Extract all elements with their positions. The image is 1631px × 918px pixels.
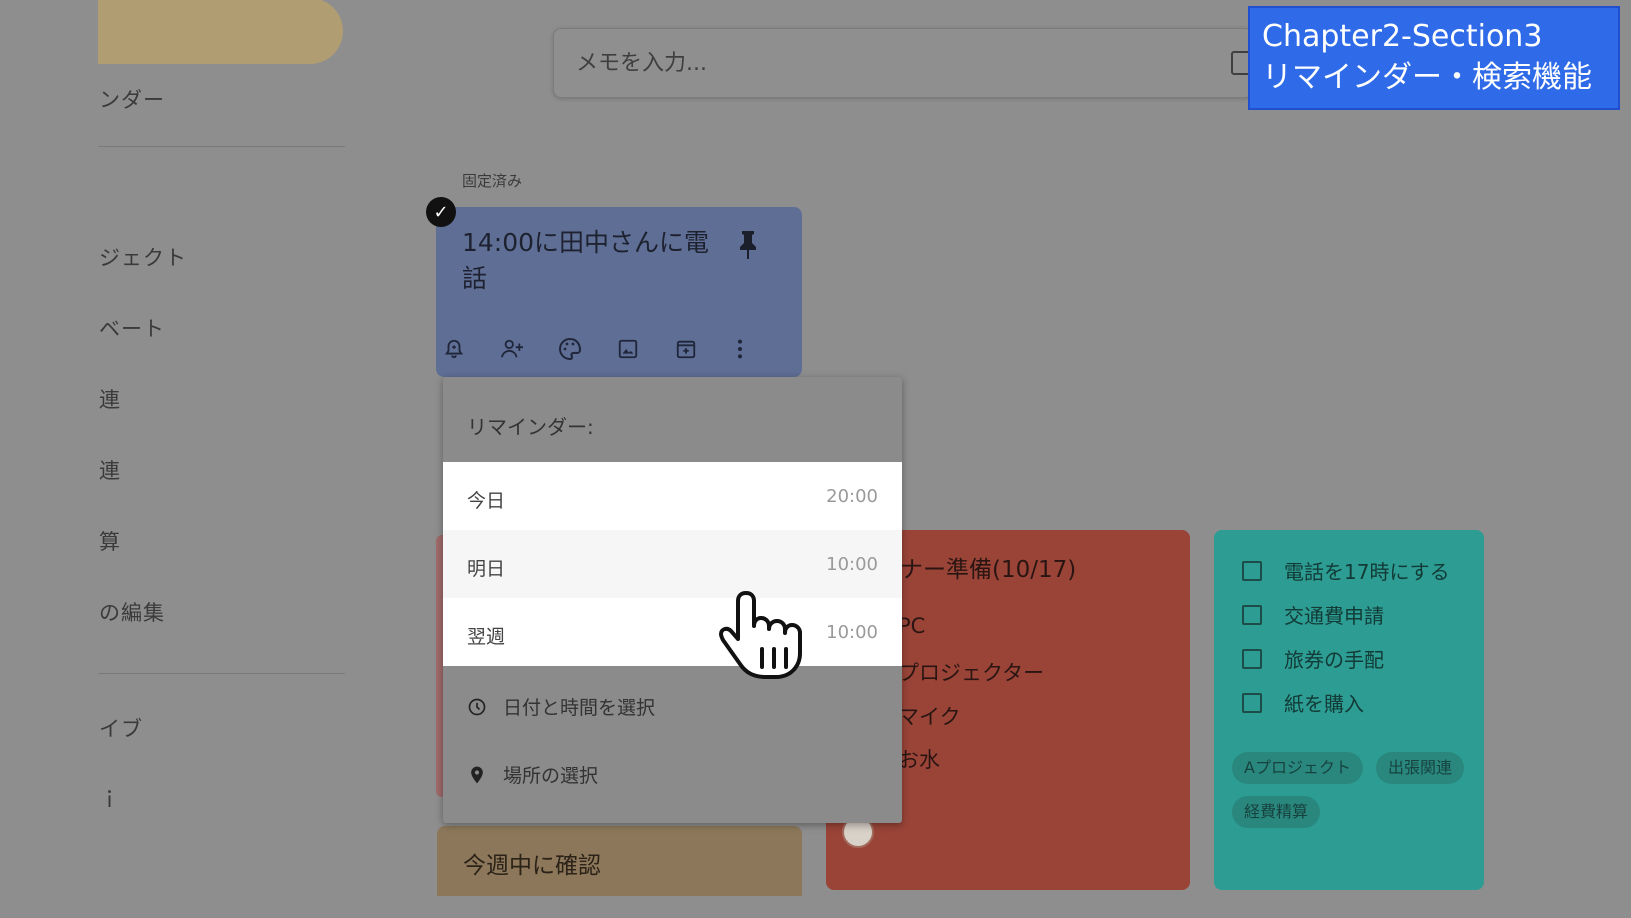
pick-place-label: 場所の選択 (503, 765, 599, 787)
keep-app: ンダー ジェクト ベート 連 連 算 の編集 イブ ｉ Chapter2-Sec… (0, 0, 1631, 918)
sidebar-divider (98, 146, 345, 147)
note-line: お水 (898, 748, 940, 772)
reminder-option-label: 明日 (467, 558, 506, 580)
pick-date-time-option[interactable]: 日付と時間を選択 (467, 693, 655, 720)
checklist-item[interactable]: 電話を17時にする (1242, 556, 1450, 585)
checklist-item[interactable]: 交通費申請 (1242, 600, 1384, 629)
checklist-item[interactable]: 旅券の手配 (1242, 644, 1384, 673)
caption-line-1: Chapter2-Section3 (1262, 19, 1543, 54)
reminder-menu: リマインダー: 今日 20:00 明日 10:00 翌週 10:00 日付と時間… (443, 377, 902, 823)
image-icon[interactable] (614, 335, 642, 363)
add-person-icon[interactable] (498, 335, 526, 363)
reminder-option-time: 20:00 (826, 486, 878, 507)
reminder-option-label: 今日 (467, 490, 506, 512)
reminder-option-time: 10:00 (826, 554, 878, 575)
sidebar-item-related-1[interactable]: 連 (99, 384, 121, 414)
sidebar-item-edit-labels[interactable]: の編集 (99, 597, 165, 627)
checklist-item[interactable]: 紙を購入 (1242, 688, 1364, 717)
more-icon[interactable] (726, 335, 754, 363)
checkbox[interactable] (1242, 604, 1262, 625)
label-chip[interactable]: 出張関連 (1376, 752, 1465, 784)
reminder-option-next-week[interactable]: 翌週 10:00 (443, 598, 902, 666)
sidebar-active-highlight[interactable] (98, 0, 343, 64)
sidebar-item-related-2[interactable]: 連 (99, 455, 121, 485)
hand-cursor-icon (719, 591, 802, 679)
sidebar-divider (98, 673, 345, 674)
sidebar-item-reminders[interactable]: ンダー (99, 84, 165, 114)
note-card-pinned[interactable]: 14:00に田中さんに電話 (436, 207, 802, 377)
checkbox[interactable] (1242, 692, 1262, 713)
label-chip[interactable]: Aプロジェクト (1232, 752, 1363, 784)
caption-line-2: リマインダー・検索機能 (1262, 60, 1592, 95)
select-note-check-icon[interactable]: ✓ (426, 197, 456, 227)
checklist-text: 交通費申請 (1284, 604, 1384, 628)
reminder-option-tomorrow[interactable]: 明日 10:00 (443, 530, 902, 598)
checkbox[interactable] (1242, 560, 1262, 581)
pick-place-option[interactable]: 場所の選択 (467, 761, 598, 788)
checkbox[interactable] (1242, 648, 1262, 669)
note-line: マイク (898, 705, 961, 729)
pinned-section-label: 固定済み (462, 172, 523, 190)
reminder-menu-title: リマインダー: (467, 415, 594, 439)
note-title: 14:00に田中さんに電話 (462, 228, 710, 293)
archive-icon[interactable] (672, 335, 700, 363)
palette-icon[interactable] (556, 335, 584, 363)
sidebar-item-archive[interactable]: イブ (99, 713, 143, 743)
note-line: PC (898, 614, 926, 638)
pick-date-time-label: 日付と時間を選択 (503, 697, 656, 719)
sidebar-item-trash[interactable]: ｉ (99, 784, 121, 814)
note-card-sand[interactable]: 今週中に確認 (437, 826, 802, 896)
checklist-text: 電話を17時にする (1284, 560, 1450, 584)
note-line: プロジェクター (898, 661, 1045, 685)
reminder-option-today[interactable]: 今日 20:00 (443, 462, 902, 530)
note-card-teal[interactable]: 電話を17時にする 交通費申請 旅券の手配 紙を購入 Aプロジェクト 出張関連 … (1214, 530, 1484, 890)
take-note-bar[interactable] (553, 28, 1255, 98)
pin-icon[interactable] (736, 229, 760, 261)
note-title: 今週中に確認 (463, 853, 601, 879)
video-caption: Chapter2-Section3 リマインダー・検索機能 (1248, 6, 1620, 110)
checklist-text: 旅券の手配 (1284, 648, 1384, 672)
sidebar-item-expense[interactable]: 算 (99, 526, 121, 556)
take-note-input[interactable] (576, 45, 1136, 81)
label-chip[interactable]: 経費精算 (1232, 796, 1321, 828)
checklist-text: 紙を購入 (1284, 692, 1364, 716)
reminder-option-time: 10:00 (826, 622, 878, 643)
reminder-option-label: 翌週 (467, 626, 506, 648)
clock-icon (468, 698, 486, 715)
bell-icon[interactable] (440, 335, 468, 363)
note-title: ナー準備(10/17) (900, 557, 1077, 583)
sidebar-item-private[interactable]: ベート (99, 313, 165, 343)
sidebar-item-project[interactable]: ジェクト (99, 242, 187, 272)
location-pin-icon (471, 766, 483, 783)
